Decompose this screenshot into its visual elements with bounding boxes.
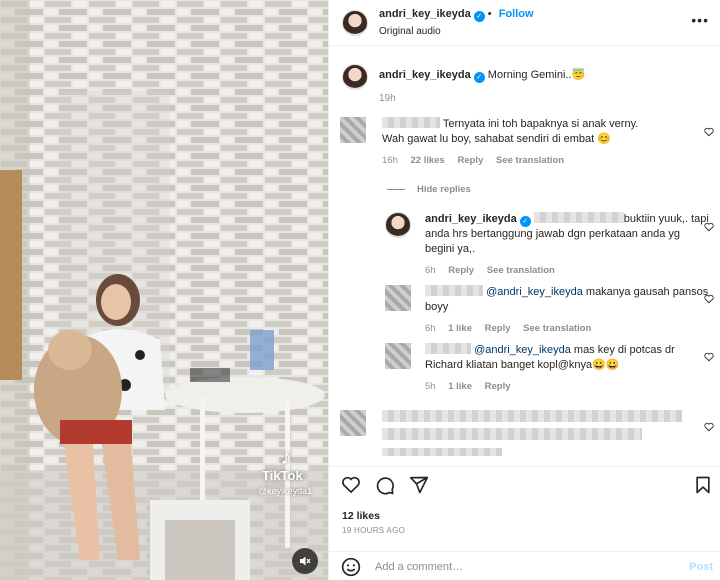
reply-avatar[interactable] [385, 212, 411, 238]
reply-mention[interactable]: @andri_key_ikeyda [474, 344, 571, 356]
dot-separator: • [484, 8, 492, 20]
heart-icon[interactable] [341, 475, 361, 495]
comment-meta: 16h 22 likes Reply See translation [382, 153, 658, 168]
caption-username[interactable]: andri_key_ikeyda [379, 69, 471, 81]
reply-button[interactable]: Reply [485, 381, 511, 392]
reply-meta: 5h 1 like Reply [425, 379, 711, 394]
reply-body: @andri_key_ikeyda makanya gausah pansos … [425, 285, 711, 336]
caption-text: Morning Gemini..😇 [487, 69, 586, 81]
tiktok-handle: @keyikeyda1 [258, 486, 313, 496]
reply-item: @andri_key_ikeyda mas key di potcas dr R… [385, 343, 711, 394]
author-username[interactable]: andri_key_ikeyda [379, 8, 471, 20]
comment-body: Ternyata ini toh bapaknya si anak verny.… [382, 117, 658, 168]
see-translation-button[interactable]: See translation [487, 265, 555, 276]
author-avatar[interactable] [342, 9, 368, 36]
post-footer: 12 likes 19 HOURS AGO Add a comment… Pos… [329, 466, 720, 580]
reply-body: andri_key_ikeyda ✓ buktiin yuuk,. tapi an… [425, 212, 711, 278]
reply-button[interactable]: Reply [448, 265, 474, 276]
reply-time: 6h [425, 265, 436, 276]
verified-icon: ✓ [519, 216, 531, 227]
post-comment-button[interactable]: Post [689, 561, 713, 573]
reply-mention[interactable]: @andri_key_ikeyda [486, 286, 583, 298]
more-icon[interactable]: ••• [691, 12, 709, 28]
reply-avatar[interactable] [385, 285, 411, 311]
blurred-line [382, 448, 502, 456]
likes-count[interactable]: 12 likes [342, 510, 380, 522]
post-actions [341, 475, 429, 495]
caption-body: andri_key_ikeyda ✓ Morning Gemini..😇 19h [379, 64, 585, 106]
reply-username[interactable]: andri_key_ikeyda [425, 213, 517, 225]
reply-button[interactable]: Reply [457, 155, 483, 166]
mute-button[interactable] [292, 548, 318, 574]
reply-item: @andri_key_ikeyda makanya gausah pansos … [385, 285, 711, 336]
reply-item: andri_key_ikeyda ✓ buktiin yuuk,. tapi an… [385, 212, 711, 278]
reply-likes[interactable]: 1 like [448, 323, 472, 334]
heart-icon[interactable] [704, 127, 714, 137]
post-panel: andri_key_ikeyda ✓ • Follow Original audi… [328, 0, 720, 580]
commenter-avatar[interactable] [340, 117, 366, 143]
reply-mention-blurred[interactable] [533, 212, 624, 223]
hide-replies-button[interactable]: Hide replies [387, 184, 471, 195]
heart-icon[interactable] [704, 352, 714, 362]
reply-meta: 6h 1 like Reply See translation [425, 321, 711, 336]
caption: andri_key_ikeyda ✓ Morning Gemini..😇 19h [342, 64, 585, 106]
comment-input[interactable]: Add a comment… [375, 561, 463, 573]
comment-time: 16h [382, 155, 398, 166]
emoji-icon[interactable] [341, 557, 361, 577]
reply-meta: 6h Reply See translation [425, 263, 711, 278]
reply-button[interactable]: Reply [485, 323, 511, 334]
reply-time: 6h [425, 323, 436, 334]
hide-replies-line [387, 189, 405, 190]
reply-username-blurred[interactable] [425, 343, 471, 354]
heart-icon[interactable] [704, 422, 714, 432]
blurred-line [382, 428, 642, 440]
see-translation-button[interactable]: See translation [496, 155, 564, 166]
caption-avatar[interactable] [342, 64, 368, 90]
follow-button[interactable]: Follow [499, 8, 534, 20]
tiktok-brand: TikTok [262, 468, 303, 483]
commenter-avatar[interactable] [340, 410, 366, 436]
hide-replies-label: Hide replies [417, 184, 471, 195]
tiktok-logo-icon: ♪ [280, 444, 292, 469]
post-timestamp: 19 HOURS AGO [342, 526, 406, 535]
caption-time: 19h [379, 93, 396, 104]
comment-item-blurred [340, 410, 692, 456]
verified-icon: ✓ [473, 11, 485, 22]
post-media[interactable]: ♪ TikTok @keyikeyda1 [0, 0, 328, 580]
reply-username-blurred[interactable] [425, 285, 483, 296]
reply-likes[interactable]: 1 like [448, 381, 472, 392]
comment-likes[interactable]: 22 likes [411, 155, 445, 166]
commenter-username-blurred[interactable] [382, 117, 440, 128]
bookmark-icon [696, 476, 710, 494]
heart-icon[interactable] [704, 222, 714, 232]
verified-icon: ✓ [473, 72, 485, 83]
reply-avatar[interactable] [385, 343, 411, 369]
reply-time: 5h [425, 381, 436, 392]
author-info: andri_key_ikeyda ✓ • Follow Original audi… [379, 8, 534, 37]
share-icon[interactable] [409, 475, 429, 495]
mute-icon [300, 556, 311, 566]
post-header: andri_key_ikeyda ✓ • Follow Original audi… [329, 0, 720, 46]
audio-label[interactable]: Original audio [379, 26, 534, 37]
bookmark-button[interactable] [693, 475, 713, 498]
tiktok-watermark: ♪ TikTok @keyikeyda1 [258, 444, 312, 496]
add-comment-bar: Add a comment… Post [329, 551, 720, 580]
blurred-line [382, 410, 682, 422]
reply-body: @andri_key_ikeyda mas key di potcas dr R… [425, 343, 711, 394]
heart-icon[interactable] [704, 294, 714, 304]
comment-item: Ternyata ini toh bapaknya si anak verny.… [340, 117, 658, 168]
blurred-comment-body [382, 410, 692, 456]
comment-icon[interactable] [375, 475, 395, 495]
see-translation-button[interactable]: See translation [523, 323, 591, 334]
